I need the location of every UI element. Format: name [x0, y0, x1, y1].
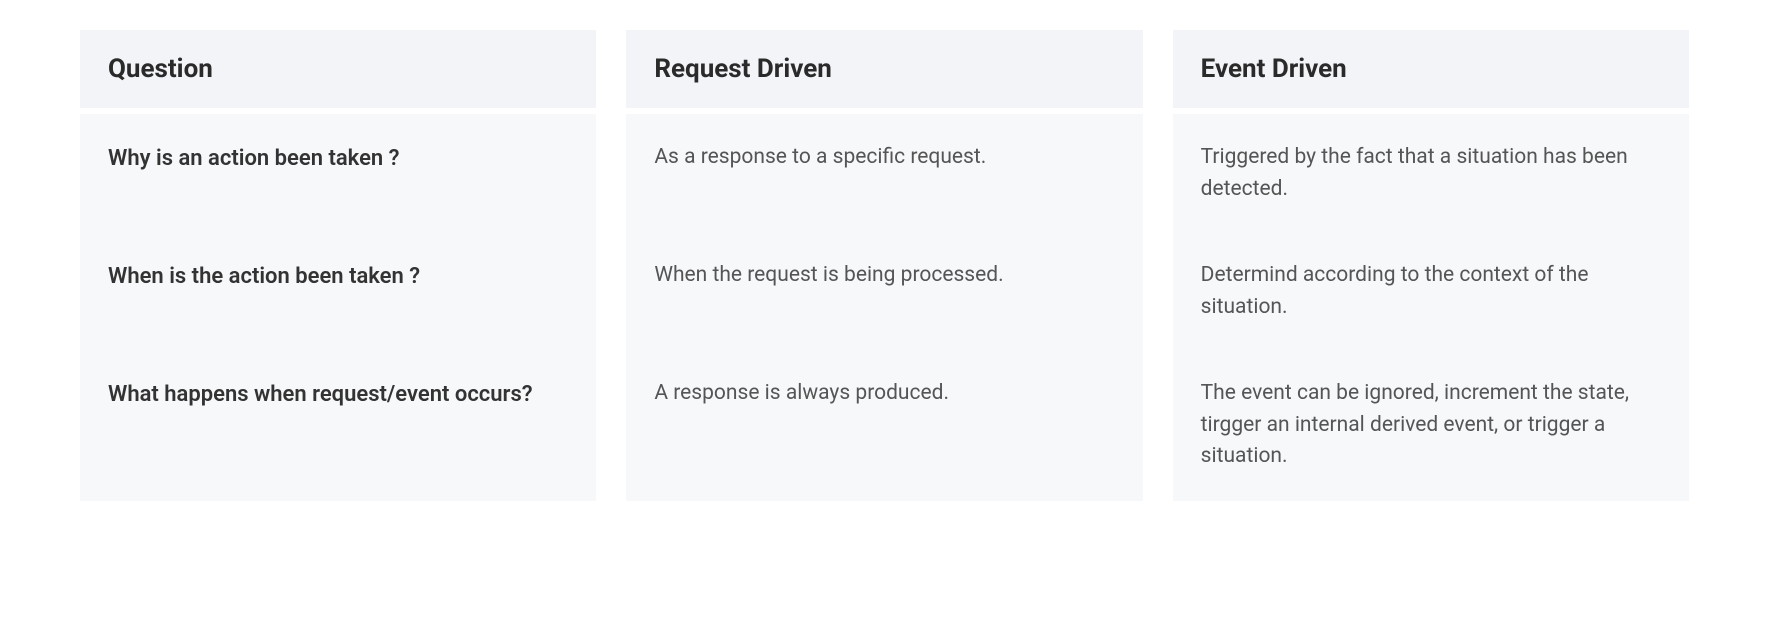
event-driven-row-1: Triggered by the fact that a situation h… — [1201, 142, 1661, 212]
event-driven-header: Event Driven — [1173, 30, 1689, 108]
event-driven-body: Triggered by the fact that a situation h… — [1173, 114, 1689, 501]
question-row-1: Why is an action been taken ? — [108, 142, 568, 212]
question-row-2: When is the action been taken ? — [108, 260, 568, 330]
event-driven-column: Event Driven Triggered by the fact that … — [1173, 30, 1689, 501]
request-driven-row-1: As a response to a specific request. — [654, 142, 1114, 212]
question-row-3: What happens when request/event occurs? — [108, 378, 568, 448]
question-column: Question Why is an action been taken ? W… — [80, 30, 596, 501]
request-driven-header: Request Driven — [626, 30, 1142, 108]
request-driven-row-2: When the request is being processed. — [654, 260, 1114, 330]
request-driven-body: As a response to a specific request. Whe… — [626, 114, 1142, 501]
question-header: Question — [80, 30, 596, 108]
request-driven-row-3: A response is always produced. — [654, 378, 1114, 448]
event-driven-row-3: The event can be ignored, increment the … — [1201, 378, 1661, 473]
comparison-table: Question Why is an action been taken ? W… — [80, 30, 1689, 501]
event-driven-row-2: Determind according to the context of th… — [1201, 260, 1661, 330]
question-body: Why is an action been taken ? When is th… — [80, 114, 596, 501]
request-driven-column: Request Driven As a response to a specif… — [626, 30, 1142, 501]
